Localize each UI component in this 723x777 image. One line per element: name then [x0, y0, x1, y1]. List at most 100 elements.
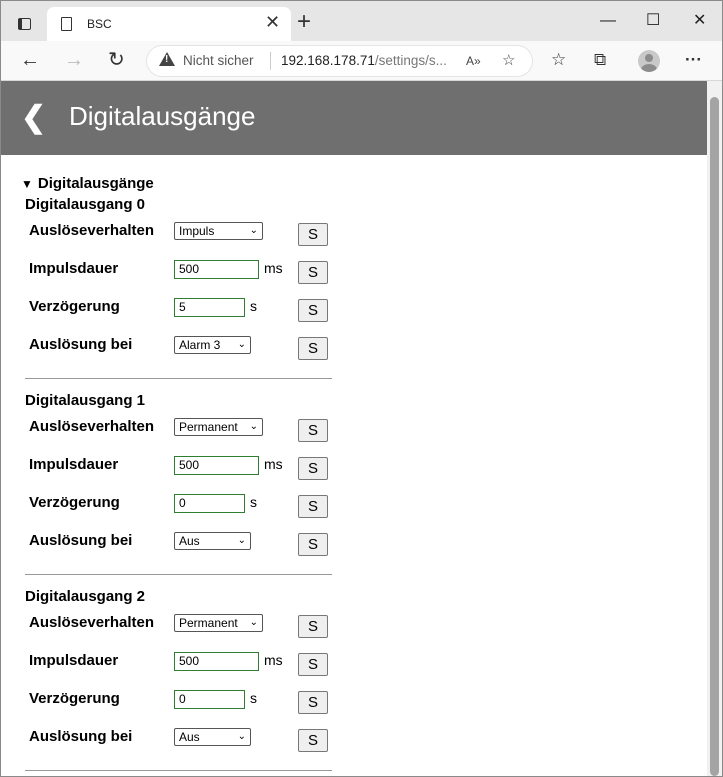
more-menu-icon[interactable]: ···	[685, 50, 702, 70]
output-section-2: Digitalausgang 2 Auslöseverhalten Perman…	[1, 588, 707, 776]
save-button[interactable]: S	[298, 299, 328, 322]
save-button[interactable]: S	[298, 653, 328, 676]
favorites-icon[interactable]: ☆	[551, 50, 566, 70]
chevron-down-icon: ⌄	[249, 617, 258, 628]
scrollbar[interactable]	[707, 81, 722, 776]
behavior-label: Auslöseverhalten	[29, 418, 155, 435]
add-favorite-icon[interactable]: ☆	[502, 51, 515, 69]
chevron-down-icon: ⌄	[249, 421, 258, 432]
profile-avatar-icon[interactable]	[638, 50, 660, 72]
new-tab-icon[interactable]: +	[297, 10, 311, 34]
back-arrow-icon[interactable]: ←	[20, 49, 40, 71]
url-path: /settings/s...	[374, 53, 447, 68]
url-separator	[270, 52, 271, 70]
section-title: Digitalausgang 1	[25, 392, 146, 409]
url-field[interactable]: Nicht sicher 192.168.178.71/settings/s..…	[147, 46, 532, 76]
reload-icon[interactable]: ↻	[108, 49, 125, 71]
back-chevron-icon[interactable]: ❮	[21, 101, 46, 135]
maximize-icon[interactable]: ☐	[646, 11, 660, 31]
browser-tab[interactable]: BSC ✕	[47, 7, 291, 41]
trigger-value: Alarm 3	[179, 338, 221, 352]
save-button[interactable]: S	[298, 729, 328, 752]
behavior-label: Auslöseverhalten	[29, 614, 155, 631]
behavior-value: Permanent	[179, 616, 238, 630]
page-icon	[61, 17, 72, 31]
trigger-label: Auslösung bei	[29, 728, 133, 745]
delay-unit: s	[250, 494, 257, 510]
section-divider	[25, 770, 332, 771]
save-button[interactable]: S	[298, 615, 328, 638]
duration-unit: ms	[264, 652, 283, 668]
trigger-select[interactable]: Alarm 3 ⌄	[174, 336, 251, 354]
trigger-label: Auslösung bei	[29, 532, 133, 549]
trigger-select[interactable]: Aus ⌄	[174, 532, 251, 550]
output-section-0: Digitalausgang 0 Auslöseverhalten Impuls…	[1, 196, 707, 392]
behavior-label: Auslöseverhalten	[29, 222, 155, 239]
summary-label: Digitalausgänge	[37, 175, 154, 192]
trigger-value: Aus	[179, 730, 200, 744]
duration-input[interactable]: 500	[174, 456, 259, 475]
tab-title: BSC	[87, 17, 112, 31]
delay-unit: s	[250, 690, 257, 706]
security-label[interactable]: Nicht sicher	[183, 53, 254, 68]
close-tab-icon[interactable]: ✕	[265, 12, 280, 32]
delay-label: Verzögerung	[29, 494, 120, 511]
window-menu-icon[interactable]	[18, 18, 31, 30]
behavior-select[interactable]: Impuls ⌄	[174, 222, 263, 240]
save-button[interactable]: S	[298, 691, 328, 714]
behavior-value: Permanent	[179, 420, 238, 434]
duration-input[interactable]: 500	[174, 652, 259, 671]
delay-input[interactable]: 0	[174, 494, 245, 513]
browser-window: BSC ✕ + — ☐ ✕ ← → ↻ Nicht sicher 192.168…	[0, 0, 723, 777]
chevron-down-icon: ⌄	[237, 731, 246, 742]
duration-label: Impulsdauer	[29, 260, 119, 277]
warning-icon[interactable]	[159, 52, 175, 66]
settings-content: ▼ Digitalausgänge Digitalausgang 0 Auslös…	[1, 155, 707, 776]
save-button[interactable]: S	[298, 419, 328, 442]
delay-label: Verzögerung	[29, 298, 120, 315]
url-text[interactable]: 192.168.178.71/settings/s...	[281, 53, 447, 68]
trigger-value: Aus	[179, 534, 200, 548]
save-button[interactable]: S	[298, 533, 328, 556]
save-button[interactable]: S	[298, 457, 328, 480]
save-button[interactable]: S	[298, 261, 328, 284]
section-divider	[25, 574, 332, 575]
window-close-icon[interactable]: ✕	[693, 11, 706, 31]
minimize-icon[interactable]: —	[600, 11, 616, 31]
delay-unit: s	[250, 298, 257, 314]
chevron-down-icon: ⌄	[249, 225, 258, 236]
delay-input[interactable]: 0	[174, 690, 245, 709]
read-aloud-icon[interactable]: A»	[466, 54, 481, 68]
forward-arrow-icon[interactable]: →	[64, 49, 84, 71]
duration-unit: ms	[264, 260, 283, 276]
url-host: 192.168.178.71	[281, 53, 375, 68]
trigger-select[interactable]: Aus ⌄	[174, 728, 251, 746]
duration-label: Impulsdauer	[29, 456, 119, 473]
duration-unit: ms	[264, 456, 283, 472]
chevron-down-icon: ⌄	[237, 535, 246, 546]
save-button[interactable]: S	[298, 223, 328, 246]
delay-input[interactable]: 5	[174, 298, 245, 317]
collections-icon[interactable]: ⧉	[594, 50, 606, 70]
behavior-select[interactable]: Permanent ⌄	[174, 418, 263, 436]
scrollbar-thumb[interactable]	[710, 97, 719, 776]
save-button[interactable]: S	[298, 495, 328, 518]
title-bar: BSC ✕ + — ☐ ✕	[1, 1, 722, 41]
section-title: Digitalausgang 2	[25, 588, 146, 605]
section-title: Digitalausgang 0	[25, 196, 146, 213]
trigger-label: Auslösung bei	[29, 336, 133, 353]
address-bar: ← → ↻ Nicht sicher 192.168.178.71/settin…	[1, 41, 722, 81]
delay-label: Verzögerung	[29, 690, 120, 707]
duration-label: Impulsdauer	[29, 652, 119, 669]
duration-input[interactable]: 500	[174, 260, 259, 279]
page-header: ❮ Digitalausgänge	[1, 81, 707, 155]
behavior-select[interactable]: Permanent ⌄	[174, 614, 263, 632]
page-title: Digitalausgänge	[69, 101, 256, 131]
details-summary[interactable]: ▼ Digitalausgänge	[21, 175, 154, 192]
section-divider	[25, 378, 332, 379]
chevron-down-icon: ⌄	[237, 339, 246, 350]
output-section-1: Digitalausgang 1 Auslöseverhalten Perman…	[1, 392, 707, 588]
behavior-value: Impuls	[179, 224, 215, 238]
save-button[interactable]: S	[298, 337, 328, 360]
disclosure-triangle-icon: ▼	[21, 177, 33, 191]
